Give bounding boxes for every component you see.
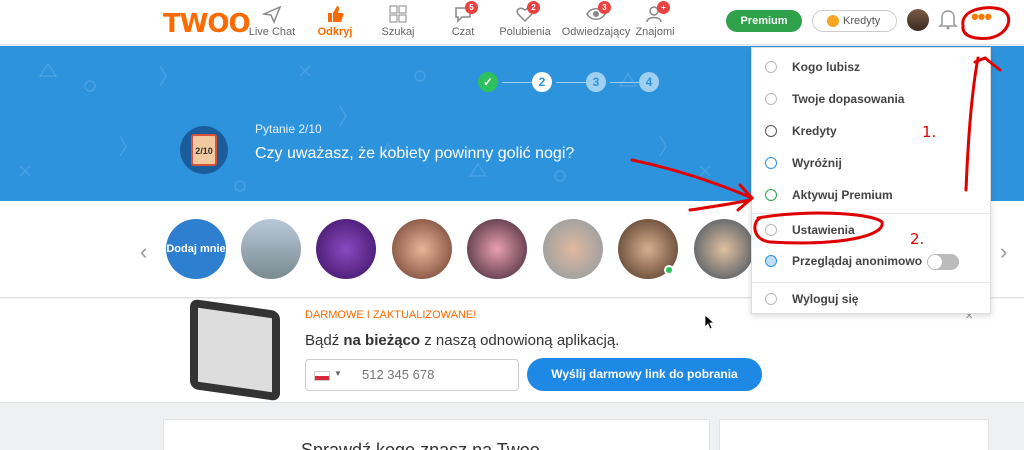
credits-button[interactable]: Kredyty bbox=[812, 10, 897, 32]
ghost-icon bbox=[765, 255, 777, 267]
step-next: 3 bbox=[586, 72, 606, 92]
annotation-mark-1: 1. bbox=[922, 123, 937, 141]
nav-szukaj[interactable]: Szukaj bbox=[363, 4, 433, 38]
heart-outline-icon bbox=[765, 93, 777, 105]
menu-item-kredyty[interactable]: Kredyty bbox=[752, 115, 990, 147]
question-counter: 2/10 bbox=[191, 134, 217, 166]
more-dropdown-menu: Kogo lubisz Twoje dopasowania Kredyty Wy… bbox=[751, 47, 991, 314]
check-circle-icon bbox=[765, 61, 777, 73]
profile-photo[interactable] bbox=[694, 219, 754, 279]
menu-item-aktywuj-premium[interactable]: Aktywuj Premium bbox=[752, 179, 990, 211]
premium-icon bbox=[765, 189, 777, 201]
send-download-link-button[interactable]: Wyślij darmowy link do pobrania bbox=[527, 358, 762, 391]
menu-item-kogo-lubisz[interactable]: Kogo lubisz bbox=[752, 51, 990, 83]
annotation-mark-2: 2. bbox=[910, 230, 925, 248]
nav-label: Czat bbox=[451, 26, 475, 38]
likes-badge: 2 bbox=[527, 1, 540, 14]
question-steps: ✓ 2 3 4 bbox=[478, 72, 678, 94]
boost-icon bbox=[765, 157, 777, 169]
friends-badge: + bbox=[657, 1, 670, 14]
nav-czat[interactable]: 5 Czat bbox=[428, 1, 498, 38]
premium-button[interactable]: Premium bbox=[726, 10, 802, 32]
phone-illustration bbox=[190, 298, 280, 402]
profile-photo[interactable] bbox=[467, 219, 527, 279]
chevron-left-icon[interactable]: ‹ bbox=[140, 239, 147, 265]
find-friends-card: Sprawdź kogo znasz na Twoo bbox=[163, 419, 710, 450]
question-text: Czy uważasz, że kobiety powinny golić no… bbox=[255, 145, 575, 162]
nav-odkryj[interactable]: Odkryj bbox=[300, 4, 370, 38]
caret-down-icon[interactable]: ▼ bbox=[334, 369, 342, 378]
step-current: 2 bbox=[532, 72, 552, 92]
step-line bbox=[556, 82, 586, 83]
phone-number-field[interactable]: ▼ bbox=[305, 359, 519, 391]
side-card bbox=[719, 419, 989, 450]
menu-item-wyroznij[interactable]: Wyróżnij bbox=[752, 147, 990, 179]
profile-photo[interactable] bbox=[241, 219, 301, 279]
card-title: Sprawdź kogo znasz na Twoo bbox=[301, 440, 540, 450]
promo-text: Bądź na bieżąco z naszą odnowioną aplika… bbox=[305, 332, 620, 349]
chevron-right-icon[interactable]: › bbox=[1000, 239, 1007, 265]
step-done-check-icon: ✓ bbox=[478, 72, 498, 92]
step-next: 4 bbox=[639, 72, 659, 92]
promo-heading: DARMOWE I ZAKTUALIZOWANE! bbox=[305, 309, 477, 321]
credits-label: Kredyty bbox=[843, 15, 881, 27]
profile-photo[interactable] bbox=[316, 219, 376, 279]
grid-icon bbox=[389, 5, 407, 23]
nav-znajomi[interactable]: + Znajomi bbox=[620, 1, 690, 38]
app-promo-banner: DARMOWE I ZAKTUALIZOWANE! Bądź na bieżąc… bbox=[0, 298, 1024, 403]
chat-badge: 5 bbox=[465, 1, 478, 14]
question-clipboard-icon: 2/10 bbox=[180, 126, 228, 174]
nav-label: Odkryj bbox=[317, 26, 353, 38]
top-navigation: TWOO Live Chat Odkryj Szukaj 5 Czat 2 Po… bbox=[0, 0, 1024, 45]
profile-photo[interactable] bbox=[392, 219, 452, 279]
nav-live-chat[interactable]: Live Chat bbox=[237, 4, 307, 38]
question-label: Pytanie 2/10 bbox=[255, 122, 322, 136]
online-indicator bbox=[664, 265, 674, 275]
menu-item-przegladaj-anonimowo[interactable]: Przeglądaj anonimowo bbox=[752, 245, 990, 277]
coin-icon bbox=[827, 15, 839, 27]
profile-photo[interactable] bbox=[543, 219, 603, 279]
nav-label: Polubienia bbox=[499, 26, 551, 38]
gear-icon bbox=[765, 224, 777, 236]
nav-label: Znajomi bbox=[635, 26, 675, 38]
power-icon bbox=[765, 293, 777, 305]
coin-icon bbox=[765, 125, 777, 137]
menu-item-dopasowania[interactable]: Twoje dopasowania bbox=[752, 83, 990, 115]
paper-plane-icon bbox=[262, 5, 282, 24]
visitors-badge: 3 bbox=[598, 1, 611, 14]
nav-label: Live Chat bbox=[248, 26, 296, 38]
step-line bbox=[502, 82, 532, 83]
nav-polubienia[interactable]: 2 Polubienia bbox=[490, 1, 560, 38]
menu-item-ustawienia[interactable]: Ustawienia bbox=[752, 213, 990, 245]
anonymous-toggle[interactable] bbox=[927, 254, 959, 270]
menu-item-wyloguj[interactable]: Wyloguj się bbox=[752, 282, 990, 314]
nav-label: Szukaj bbox=[381, 26, 415, 38]
thumbs-up-icon bbox=[328, 6, 344, 22]
poland-flag-icon[interactable] bbox=[314, 371, 330, 381]
phone-number-input[interactable] bbox=[362, 367, 502, 382]
step-line bbox=[610, 82, 640, 83]
user-avatar[interactable] bbox=[907, 9, 929, 31]
bell-icon[interactable] bbox=[938, 8, 958, 30]
mouse-cursor-icon bbox=[704, 314, 714, 330]
more-menu-button[interactable]: ••• bbox=[964, 6, 998, 32]
add-me-button[interactable]: Dodaj mnie bbox=[166, 219, 226, 279]
